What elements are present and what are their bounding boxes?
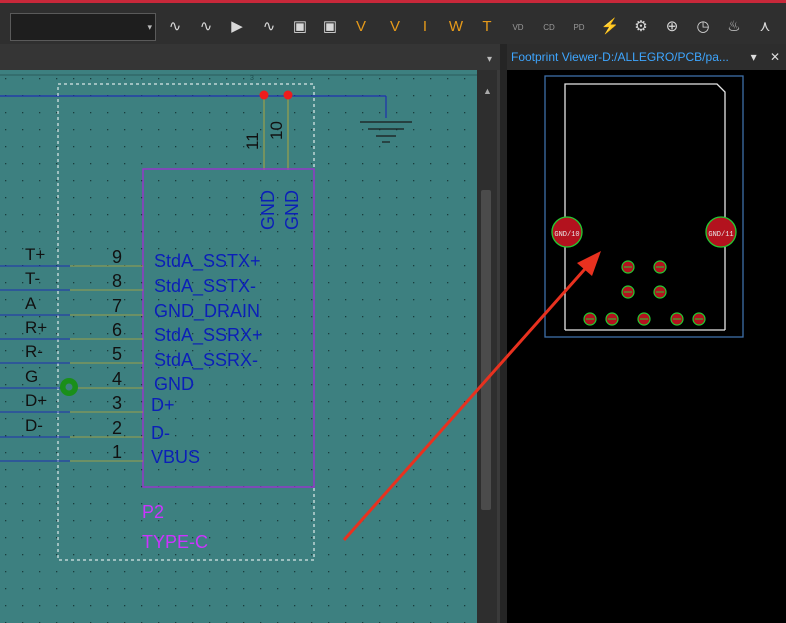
annotation-arrow	[342, 251, 601, 541]
